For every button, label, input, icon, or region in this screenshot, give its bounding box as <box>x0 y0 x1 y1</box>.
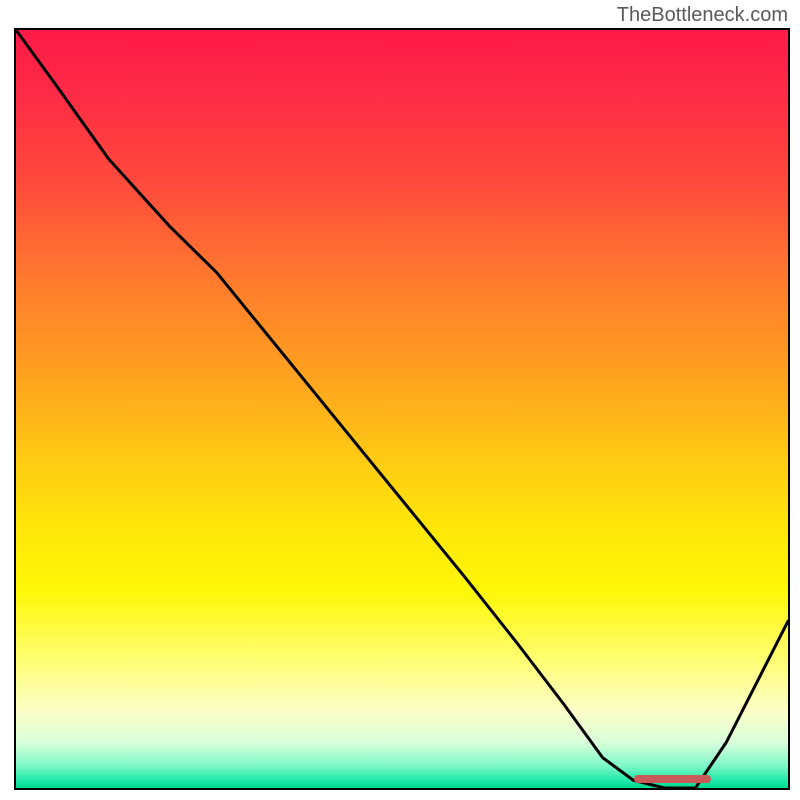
curve-svg <box>16 30 788 788</box>
optimal-range-bar <box>634 775 711 783</box>
plot-area <box>14 28 790 790</box>
watermark-text: TheBottleneck.com <box>617 4 788 27</box>
bottleneck-curve <box>16 30 788 788</box>
